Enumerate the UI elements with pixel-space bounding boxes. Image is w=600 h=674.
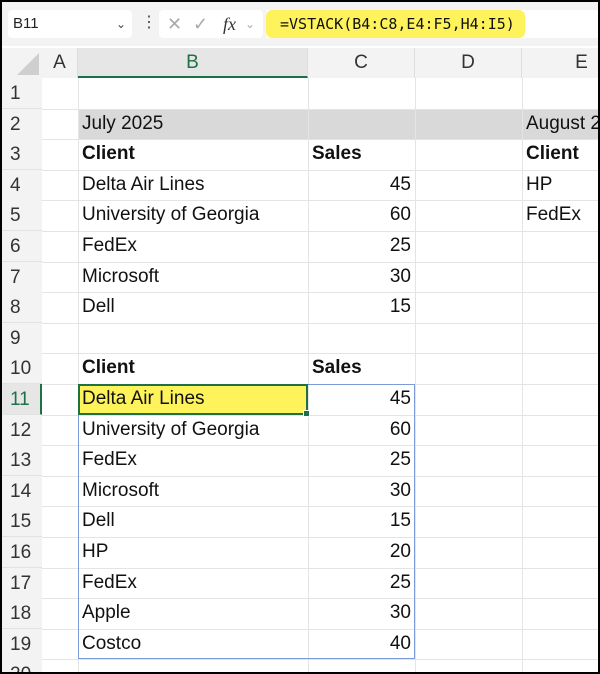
formula-controls: ✕ ✓ fx ⌄: [159, 10, 263, 38]
cell-c10[interactable]: Sales: [308, 353, 415, 383]
cell-c11[interactable]: 45: [308, 384, 415, 414]
cell-c19[interactable]: 40: [308, 629, 415, 659]
row-header-5[interactable]: 5: [2, 200, 42, 232]
excel-window: B11 ⌄ ⋮ ✕ ✓ fx ⌄ =VSTACK(B4:C8,E4:F5,H4:…: [0, 0, 600, 674]
cell-b2[interactable]: July 2025: [78, 109, 308, 139]
gridline: [42, 659, 598, 661]
cell-b19[interactable]: Costco: [78, 629, 308, 659]
row-header-13[interactable]: 13: [2, 445, 42, 477]
cell-c6[interactable]: 25: [308, 231, 415, 261]
cell-c12[interactable]: 60: [308, 415, 415, 445]
cell-b14[interactable]: Microsoft: [78, 476, 308, 506]
cell-b11[interactable]: Delta Air Lines: [78, 384, 308, 414]
row-header-14[interactable]: 14: [2, 475, 42, 507]
row-header-20[interactable]: 20: [2, 659, 42, 672]
row-header-11[interactable]: 11: [2, 384, 42, 415]
cell-c16[interactable]: 20: [308, 537, 415, 567]
insert-function-icon[interactable]: fx: [223, 10, 236, 38]
gridline: [415, 78, 416, 672]
cell-e3[interactable]: Client: [522, 139, 598, 169]
column-header-b[interactable]: B: [78, 48, 308, 78]
row-header-10[interactable]: 10: [2, 353, 42, 385]
row-header-19[interactable]: 19: [2, 628, 42, 660]
row-header-8[interactable]: 8: [2, 292, 42, 324]
name-box-value: B11: [13, 15, 39, 32]
formula-input[interactable]: =VSTACK(B4:C8,E4:F5,H4:I5): [266, 10, 598, 38]
cell-b10[interactable]: Client: [78, 353, 308, 383]
cell-c18[interactable]: 30: [308, 598, 415, 628]
cell-c13[interactable]: 25: [308, 445, 415, 475]
row-header-2[interactable]: 2: [2, 108, 42, 140]
cell-e5[interactable]: FedEx: [522, 200, 598, 230]
cell-b16[interactable]: HP: [78, 537, 308, 567]
row-header-15[interactable]: 15: [2, 506, 42, 538]
cell-b4[interactable]: Delta Air Lines: [78, 170, 308, 200]
column-header-d[interactable]: D: [415, 48, 522, 78]
row-header-9[interactable]: 9: [2, 322, 42, 354]
cell-e2[interactable]: August 2: [522, 109, 598, 139]
formula-text: =VSTACK(B4:C8,E4:F5,H4:I5): [266, 10, 525, 38]
row-header-7[interactable]: 7: [2, 261, 42, 293]
check-icon[interactable]: ✓: [193, 10, 208, 38]
row-header-16[interactable]: 16: [2, 537, 42, 568]
select-all-button[interactable]: [2, 48, 42, 78]
cell-c8[interactable]: 15: [308, 292, 415, 322]
cell-b7[interactable]: Microsoft: [78, 262, 308, 292]
cell-c14[interactable]: 30: [308, 476, 415, 506]
row-header-18[interactable]: 18: [2, 598, 42, 630]
cell-b6[interactable]: FedEx: [78, 231, 308, 261]
more-options-icon[interactable]: ⋮: [141, 12, 157, 32]
gridline: [42, 322, 598, 324]
cell-c17[interactable]: 25: [308, 568, 415, 598]
row-header-1[interactable]: 1: [2, 78, 42, 109]
row-header-4[interactable]: 4: [2, 169, 42, 201]
chevron-down-icon[interactable]: ⌄: [116, 10, 126, 38]
formula-bar: B11 ⌄ ⋮ ✕ ✓ fx ⌄ =VSTACK(B4:C8,E4:F5,H4:…: [2, 2, 598, 46]
cell-c4[interactable]: 45: [308, 170, 415, 200]
cell-b3[interactable]: Client: [78, 139, 308, 169]
cell-b8[interactable]: Dell: [78, 292, 308, 322]
cell-b12[interactable]: University of Georgia: [78, 415, 308, 445]
row-header-17[interactable]: 17: [2, 567, 42, 599]
cell-b17[interactable]: FedEx: [78, 568, 308, 598]
cancel-icon[interactable]: ✕: [167, 10, 182, 38]
row-header-6[interactable]: 6: [2, 231, 42, 262]
cell-c15[interactable]: 15: [308, 506, 415, 536]
column-header-c[interactable]: C: [308, 48, 415, 78]
cell-e4[interactable]: HP: [522, 170, 598, 200]
row-header-3[interactable]: 3: [2, 139, 42, 171]
cell-b18[interactable]: Apple: [78, 598, 308, 628]
cell-c3[interactable]: Sales: [308, 139, 415, 169]
cell-c7[interactable]: 30: [308, 262, 415, 292]
cell-b15[interactable]: Dell: [78, 506, 308, 536]
name-box[interactable]: B11 ⌄: [8, 10, 132, 38]
row-header-12[interactable]: 12: [2, 414, 42, 446]
cell-c5[interactable]: 60: [308, 200, 415, 230]
column-header-e[interactable]: E: [522, 48, 598, 78]
column-header-a[interactable]: A: [42, 48, 78, 78]
cell-b13[interactable]: FedEx: [78, 445, 308, 475]
cell-b5[interactable]: University of Georgia: [78, 200, 308, 230]
chevron-down-icon[interactable]: ⌄: [245, 10, 255, 38]
